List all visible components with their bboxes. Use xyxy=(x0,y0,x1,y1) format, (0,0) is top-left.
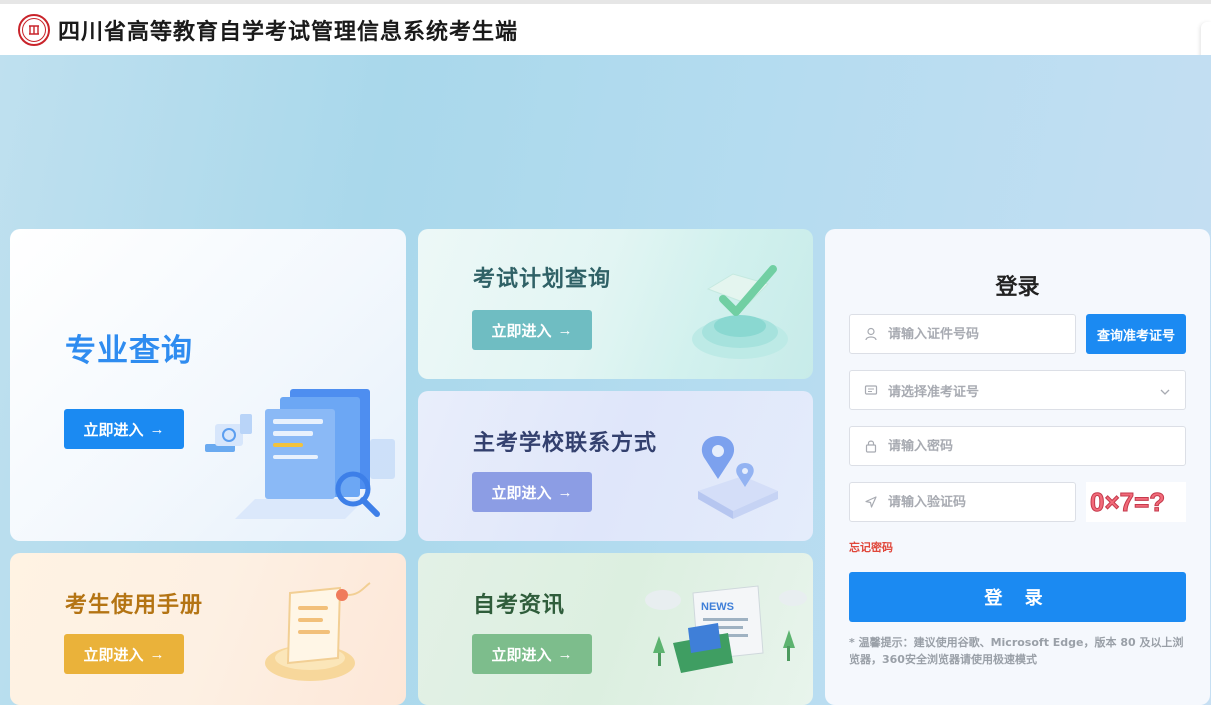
card-user-manual: 考生使用手册 立即进入 → xyxy=(10,553,406,705)
user-manual-enter-button[interactable]: 立即进入 → xyxy=(64,634,184,674)
chevron-down-icon xyxy=(1159,383,1171,402)
enter-label: 立即进入 xyxy=(491,484,552,502)
password-input[interactable] xyxy=(888,438,1185,454)
login-title: 登录 xyxy=(995,275,1040,300)
top-header: 四川省高等教育自学考试管理信息系统考生端 xyxy=(0,0,1211,55)
id-number-field[interactable] xyxy=(849,314,1076,354)
arrow-right-icon: → xyxy=(557,321,573,339)
captcha-image[interactable]: 0×7=? xyxy=(1086,482,1186,522)
map-pin-illustration xyxy=(698,436,778,519)
card-exam-news: 自考资讯 立即进入 → NEWS xyxy=(418,553,813,705)
login-panel: 登录 查询准考证号 请选择准考证号 0×7=? 忘记密码 登 录 * 温馨 xyxy=(825,229,1210,705)
document-search-illustration xyxy=(205,389,395,519)
user-icon xyxy=(864,327,878,341)
browser-tip: * 温馨提示：建议使用谷歌、Microsoft Edge，版本 80 及以上浏览… xyxy=(849,636,1184,666)
site-title: 四川省高等教育自学考试管理信息系统考生端 xyxy=(58,19,519,45)
enter-label: 立即进入 xyxy=(491,322,552,340)
book-check-illustration xyxy=(692,265,788,359)
major-query-enter-button[interactable]: 立即进入 → xyxy=(64,409,184,449)
enter-label: 立即进入 xyxy=(491,646,552,664)
id-number-input[interactable] xyxy=(888,326,1075,342)
school-contact-title: 主考学校联系方式 xyxy=(473,431,658,456)
arrow-right-icon: → xyxy=(149,420,165,438)
svg-text:NEWS: NEWS xyxy=(701,601,734,613)
exam-news-enter-button[interactable]: 立即进入 → xyxy=(472,634,592,674)
query-ticket-number-button[interactable]: 查询准考证号 xyxy=(1086,314,1186,354)
exam-plan-title: 考试计划查询 xyxy=(473,267,612,292)
newspaper-illustration: NEWS xyxy=(645,585,807,673)
scroll-document-illustration xyxy=(265,582,371,681)
card-exam-plan: 考试计划查询 立即进入 → xyxy=(418,229,813,379)
send-arrow-icon xyxy=(864,495,878,509)
captcha-input[interactable] xyxy=(888,494,1075,510)
exam-plan-enter-button[interactable]: 立即进入 → xyxy=(472,310,592,350)
forgot-password-link[interactable]: 忘记密码 xyxy=(849,539,893,555)
major-query-title: 专业查询 xyxy=(65,333,193,369)
university-seal-icon xyxy=(18,13,50,46)
user-manual-title: 考生使用手册 xyxy=(65,593,204,618)
enter-label: 立即进入 xyxy=(83,421,144,439)
card-major-query: 专业查询 立即进入 → xyxy=(10,229,406,541)
id-card-icon xyxy=(864,383,878,397)
school-contact-enter-button[interactable]: 立即进入 → xyxy=(472,472,592,512)
card-school-contact: 主考学校联系方式 立即进入 → xyxy=(418,391,813,541)
login-submit-button[interactable]: 登 录 xyxy=(849,572,1186,622)
password-field[interactable] xyxy=(849,426,1186,466)
arrow-right-icon: → xyxy=(149,645,165,663)
lock-icon xyxy=(864,439,878,453)
exam-news-title: 自考资讯 xyxy=(473,593,566,618)
ticket-number-select[interactable]: 请选择准考证号 xyxy=(849,370,1186,410)
arrow-right-icon: → xyxy=(557,483,573,501)
ticket-select-placeholder: 请选择准考证号 xyxy=(888,384,980,400)
captcha-field[interactable] xyxy=(849,482,1076,522)
captcha-text: 0×7=? xyxy=(1090,487,1165,517)
enter-label: 立即进入 xyxy=(83,646,144,664)
arrow-right-icon: → xyxy=(557,645,573,663)
